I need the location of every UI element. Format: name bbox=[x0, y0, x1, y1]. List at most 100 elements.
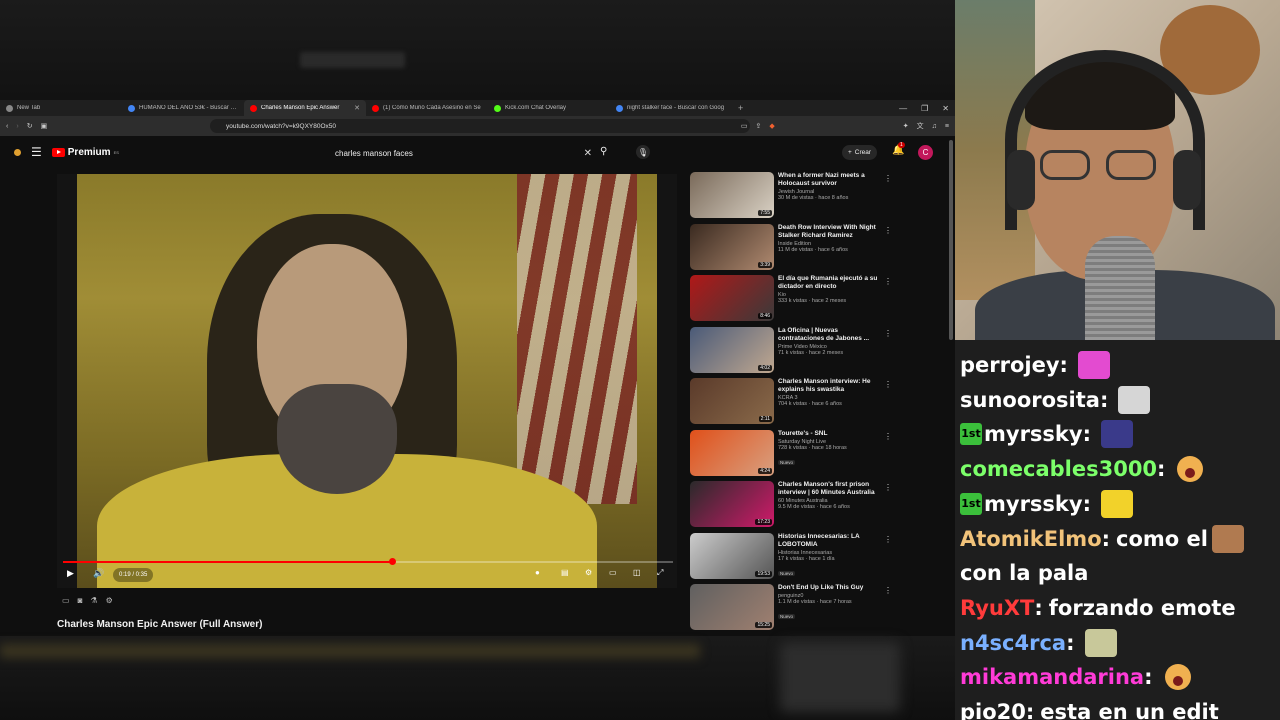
screencast-icon[interactable]: ▭ bbox=[741, 122, 748, 130]
close-tab-icon[interactable]: ✕ bbox=[354, 104, 360, 112]
volume-icon[interactable]: 🔊 bbox=[93, 568, 104, 579]
video-thumbnail[interactable]: 7:55 bbox=[690, 172, 774, 218]
search-input[interactable]: charles manson faces ✕ bbox=[326, 146, 596, 161]
browser-tab[interactable]: night stalker face - Buscar con Goog bbox=[610, 100, 732, 116]
related-video-item[interactable]: 7:55 When a former Nazi meets a Holocaus… bbox=[690, 172, 900, 220]
related-video-item[interactable]: 4:02 La Oficina | Nuevas contrataciones … bbox=[690, 326, 900, 375]
hamburger-menu-icon[interactable]: ☰ bbox=[31, 145, 42, 159]
related-video-item[interactable]: 2:11 Charles Manson interview: He explai… bbox=[690, 378, 900, 426]
video-thumbnail[interactable]: 8:46 bbox=[690, 275, 774, 321]
theater-icon[interactable]: ▭ bbox=[62, 596, 70, 605]
browser-tab[interactable]: Kick.com Chat Overlay bbox=[488, 100, 610, 116]
video-thumbnail[interactable]: 19:53 bbox=[690, 532, 774, 579]
new-tab-button[interactable]: + bbox=[732, 103, 749, 113]
related-video-item[interactable]: 8:46 El día que Rumania ejecutó a su dic… bbox=[690, 275, 900, 323]
browser-tab[interactable]: New Tab bbox=[0, 100, 122, 116]
maximize-icon[interactable]: ❐ bbox=[921, 104, 928, 113]
related-video-title[interactable]: Charles Manson's first prison interview … bbox=[778, 481, 878, 497]
chat-username[interactable]: myrssky bbox=[984, 492, 1083, 516]
tab-bar: New Tab HUMANO DEL AÑO 53€ - Buscar con Ch… bbox=[0, 100, 955, 116]
more-options-icon[interactable]: ⋮ bbox=[884, 483, 892, 492]
related-video-title[interactable]: Don't End Up Like This Guy bbox=[778, 584, 878, 592]
subtitles-icon[interactable]: ▤ bbox=[561, 568, 569, 577]
page-scrollbar[interactable] bbox=[949, 140, 953, 340]
create-button[interactable]: + Crear bbox=[842, 145, 878, 160]
video-frame[interactable] bbox=[77, 174, 657, 588]
browser-tab[interactable]: (1) Cómo Murió Cada Asesino en Se bbox=[366, 100, 488, 116]
close-window-icon[interactable]: ✕ bbox=[942, 104, 949, 113]
youtube-premium-logo[interactable]: Premium ES bbox=[51, 147, 119, 158]
related-video-title[interactable]: When a former Nazi meets a Holocaust sur… bbox=[778, 172, 878, 188]
related-video-item[interactable]: 17:23 Charles Manson's first prison inte… bbox=[690, 481, 900, 529]
related-video-item[interactable]: 19:53 Historias Innecesarias: LA LOBOTOM… bbox=[690, 532, 900, 581]
more-options-icon[interactable]: ⋮ bbox=[884, 432, 892, 441]
sidebar-icon[interactable]: ▣ bbox=[41, 122, 48, 130]
extensions-icon[interactable]: ✦ bbox=[903, 122, 909, 130]
chat-username[interactable]: mikamandarina bbox=[960, 665, 1144, 689]
related-video-item[interactable]: 15:25 Don't End Up Like This Guy penguin… bbox=[690, 584, 900, 632]
menu-icon[interactable]: ≡ bbox=[945, 123, 949, 130]
back-icon[interactable]: ‹ bbox=[6, 123, 8, 130]
more-options-icon[interactable]: ⋮ bbox=[884, 277, 892, 286]
forward-icon[interactable]: › bbox=[16, 123, 18, 130]
notifications-icon[interactable]: 🔔 1 bbox=[892, 142, 905, 156]
related-video-title[interactable]: Death Row Interview With Night Stalker R… bbox=[778, 224, 878, 240]
related-video-item[interactable]: 4:24 Tourette's - SNL Saturday Night Liv… bbox=[690, 429, 900, 478]
chat-username[interactable]: RyuXT bbox=[960, 596, 1034, 620]
media-icon[interactable]: ♫ bbox=[932, 123, 937, 130]
video-player[interactable]: ▶ 🔊 0:19 / 0:35 ● ▤ ⚙ ▭ ◫ ⤢ bbox=[57, 174, 677, 588]
video-thumbnail[interactable]: 17:23 bbox=[690, 481, 774, 527]
cast-icon[interactable]: ◫ bbox=[633, 568, 641, 577]
chat-username[interactable]: myrssky bbox=[984, 422, 1083, 446]
more-options-icon[interactable]: ⋮ bbox=[884, 329, 892, 338]
background-blur-top bbox=[0, 0, 955, 100]
gear-icon[interactable]: ⚙ bbox=[106, 596, 113, 605]
settings-icon[interactable]: ⚙ bbox=[585, 568, 592, 577]
miniplayer-icon[interactable]: ▭ bbox=[609, 568, 617, 577]
related-video-title[interactable]: Charles Manson interview: He explains hi… bbox=[778, 378, 878, 394]
chat-username[interactable]: AtomikElmo bbox=[960, 527, 1102, 551]
share-icon[interactable]: ⇪ bbox=[756, 122, 762, 130]
related-video-title[interactable]: La Oficina | Nuevas contrataciones de Ja… bbox=[778, 327, 878, 343]
reload-icon[interactable]: ↻ bbox=[27, 122, 33, 130]
video-thumbnail[interactable]: 2:11 bbox=[690, 378, 774, 424]
clear-search-icon[interactable]: ✕ bbox=[584, 148, 592, 159]
related-video-title[interactable]: Historias Innecesarias: LA LOBOTOMIA bbox=[778, 533, 878, 549]
translate-icon[interactable]: 文 bbox=[917, 121, 924, 131]
search-icon[interactable]: ⚲ bbox=[600, 146, 607, 157]
video-thumbnail[interactable]: 4:02 bbox=[690, 326, 774, 373]
more-options-icon[interactable]: ⋮ bbox=[884, 380, 892, 389]
chat-message: con la pala bbox=[960, 556, 1088, 590]
minimize-icon[interactable]: — bbox=[899, 104, 907, 113]
chat-username[interactable]: pio20 bbox=[960, 700, 1026, 720]
more-options-icon[interactable]: ⋮ bbox=[884, 174, 892, 183]
browser-tab[interactable]: Charles Manson Epic Answer ✕ bbox=[244, 100, 366, 116]
microphone-icon[interactable]: 🎙 bbox=[636, 145, 650, 159]
video-thumbnail[interactable]: 4:24 bbox=[690, 429, 774, 476]
brave-rewards-icon[interactable] bbox=[14, 148, 21, 156]
related-video-item[interactable]: 3:39 Death Row Interview With Night Stal… bbox=[690, 223, 900, 272]
related-video-title[interactable]: Tourette's - SNL bbox=[778, 430, 878, 438]
chat-message: 1st myrssky: bbox=[960, 417, 1133, 451]
related-video-title[interactable]: El día que Rumania ejecutó a su dictador… bbox=[778, 275, 878, 291]
chat-username[interactable]: comecables3000 bbox=[960, 457, 1157, 481]
chat-username[interactable]: n4sc4rca bbox=[960, 631, 1066, 655]
url-text: youtube.com/watch?v=k9QXY80Ox50 bbox=[226, 122, 337, 130]
autoplay-icon[interactable]: ● bbox=[535, 568, 540, 577]
chat-username[interactable]: sunoorosita bbox=[960, 388, 1100, 412]
chat-username[interactable]: perrojey bbox=[960, 353, 1060, 377]
account-avatar[interactable]: C bbox=[918, 145, 933, 160]
fullscreen-icon[interactable]: ⤢ bbox=[657, 568, 663, 578]
browser-tab[interactable]: HUMANO DEL AÑO 53€ - Buscar con bbox=[122, 100, 244, 116]
video-thumbnail[interactable]: 3:39 bbox=[690, 223, 774, 270]
more-options-icon[interactable]: ⋮ bbox=[884, 586, 892, 595]
lab-icon[interactable]: ⚗ bbox=[90, 596, 97, 605]
address-bar[interactable]: youtube.com/watch?v=k9QXY80Ox50 bbox=[210, 119, 750, 133]
video-progress-bar[interactable] bbox=[63, 558, 673, 565]
more-options-icon[interactable]: ⋮ bbox=[884, 226, 892, 235]
play-icon[interactable]: ▶ bbox=[67, 568, 74, 579]
brave-shield-icon[interactable]: ◆ bbox=[769, 122, 774, 130]
video-thumbnail[interactable]: 15:25 bbox=[690, 584, 774, 630]
screenshot-icon[interactable]: ◙ bbox=[78, 596, 83, 605]
more-options-icon[interactable]: ⋮ bbox=[884, 535, 892, 544]
